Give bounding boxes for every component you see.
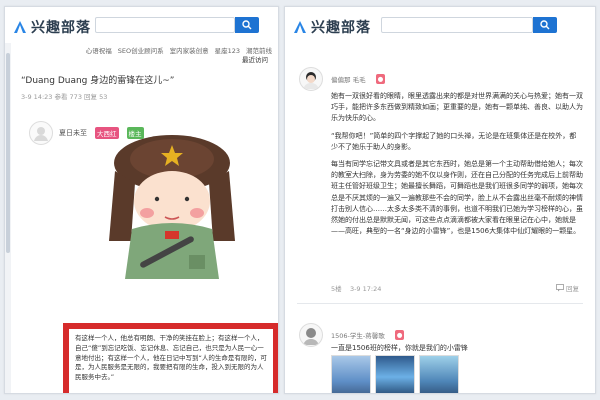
triangle-logo-icon (14, 21, 26, 33)
author-name[interactable]: 夏日未至 (59, 128, 87, 138)
divider (297, 303, 583, 304)
left-logo[interactable]: 兴趣部落 (13, 17, 91, 37)
quote-text: 有这样一个人，他总有明朗、干净的笑挂在脸上；有这样一个人，自己“傻”到忘记吃饭、… (69, 329, 273, 393)
right-logo-text: 兴趣部落 (311, 20, 371, 36)
right-topbar: 兴趣部落 (285, 7, 595, 43)
triangle-logo-icon (294, 21, 306, 33)
nav-link[interactable]: 心语祝福 (86, 45, 112, 55)
nav-link[interactable]: SEO创业顾问系 (118, 45, 164, 55)
post2-images (331, 355, 459, 393)
right-search-field[interactable] (381, 17, 533, 37)
user-avatar-icon (303, 72, 319, 89)
lei-feng-cartoon-image (109, 135, 235, 279)
search-icon (540, 20, 550, 30)
post1-paragraph: 她有一双很好看的眼睛，眼里透露出来的都是对世界满满的关心与热爱；她有一双巧手，能… (331, 92, 583, 123)
post-meta: 3-9 14:23 参看 773 回复 53 (21, 93, 108, 101)
nav-link[interactable]: 室内家装创意 (170, 45, 209, 55)
recent-visits-label[interactable]: 最近访问 (242, 54, 268, 64)
floor-number: 5楼 (331, 285, 342, 293)
left-page: 兴趣部落 心语祝福 SEO创业顾问系 室内家装创意 星座123 潮范前线 最近访… (4, 6, 279, 394)
reply-label: 回复 (566, 285, 579, 293)
level-badge: ● (394, 330, 405, 340)
left-search-field[interactable] (95, 17, 235, 37)
avatar[interactable] (29, 121, 53, 145)
post-time: 3-9 17:24 (349, 285, 382, 293)
search-icon (242, 20, 252, 30)
quote-card: 有这样一个人，他总有明朗、干净的笑挂在脸上；有这样一个人，自己“傻”到忘记吃饭、… (63, 323, 278, 393)
avatar[interactable] (299, 67, 323, 91)
right-search-button[interactable] (533, 17, 557, 33)
post1-meta: 5楼 3-9 17:24 (331, 283, 381, 293)
left-search-button[interactable] (235, 17, 259, 33)
post1-author[interactable]: 偏偏那 毛毛 ● (299, 67, 386, 91)
right-search-input[interactable] (382, 23, 532, 37)
reply-button[interactable]: 回复 (556, 283, 579, 293)
post1-paragraph: “我帮你吧！”简单的四个字撑起了她的口头禅，无论是在班集体还是在校外，都少不了她… (331, 131, 577, 151)
level-badge: ● (375, 74, 386, 84)
photo-thumbnail[interactable] (375, 355, 415, 393)
nav-link[interactable]: 星座123 (215, 45, 240, 55)
post1-paragraph: 每当有同学忘记带文具或者是其它东西时，她总是第一个主动帮助借给她人；每次的教室大… (331, 159, 583, 236)
post-title: “Duang Duang 身边的雷锋在这儿~” (21, 76, 175, 86)
reply-icon (556, 284, 564, 292)
author-name[interactable]: 偏偏那 毛毛 (331, 74, 366, 84)
left-scrollbar[interactable] (5, 43, 11, 393)
post2-text: 一直是1506班的榜样，你就是我们的小雷锋 (331, 344, 468, 352)
left-topbar: 兴趣部落 (5, 7, 278, 43)
right-page: 兴趣部落 偏偏那 毛毛 ● 她有一双很好看的眼睛，眼里透露出来的都是对世界满满的… (284, 6, 596, 394)
post1-body: 她有一双很好看的眼睛，眼里透露出来的都是对世界满满的关心与热爱；她有一双巧手，能… (331, 91, 583, 243)
photo-thumbnail[interactable] (419, 355, 459, 393)
avatar[interactable] (299, 323, 323, 347)
screenshot-frame: 兴趣部落 心语祝福 SEO创业顾问系 室内家装创意 星座123 潮范前线 最近访… (0, 0, 600, 400)
photo-thumbnail[interactable] (331, 355, 371, 393)
left-search-input[interactable] (96, 23, 234, 37)
user-avatar-icon (303, 328, 319, 345)
left-logo-text: 兴趣部落 (31, 20, 91, 36)
author-name[interactable]: 1506-学生-蒋馨歌 (331, 330, 385, 340)
user-avatar-icon (34, 127, 48, 141)
right-logo[interactable]: 兴趣部落 (293, 17, 371, 37)
